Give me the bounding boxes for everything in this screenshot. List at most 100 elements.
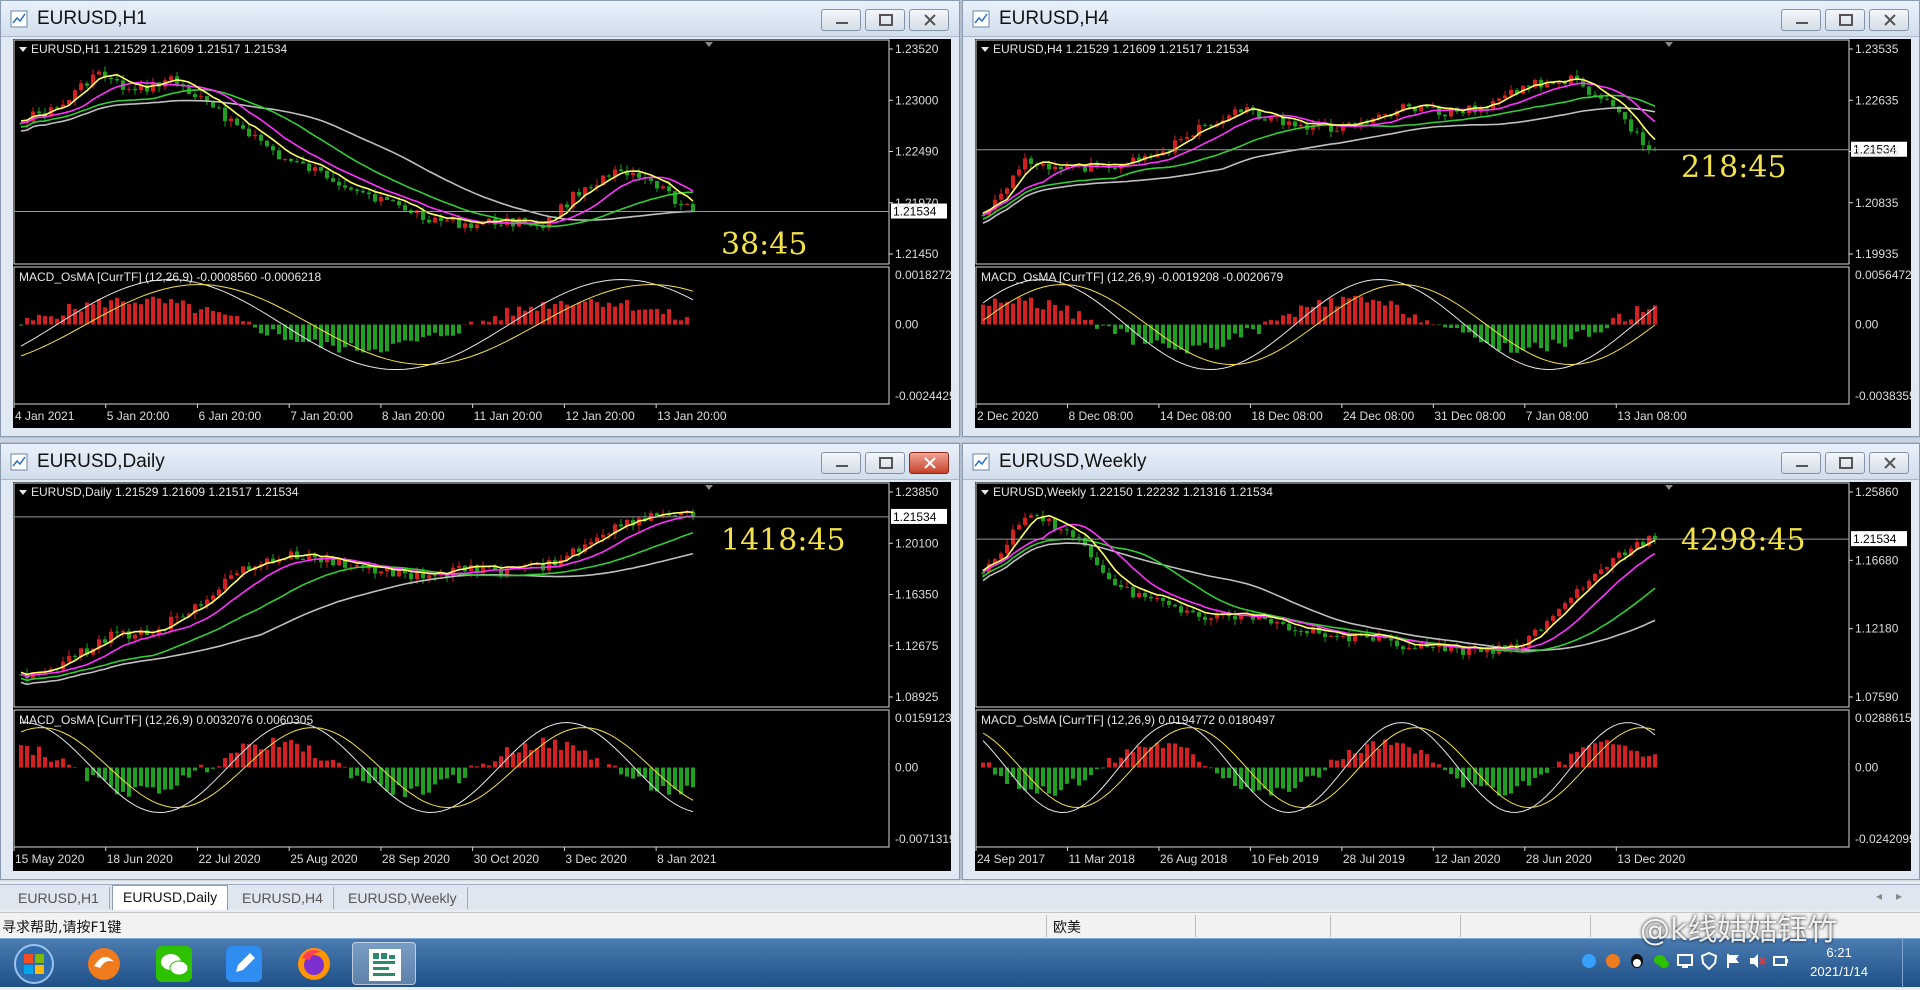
price-scale-label: 1.16680 xyxy=(1855,553,1899,567)
chart-menu-triangle-icon[interactable] xyxy=(19,47,27,52)
chart-canvas[interactable]: 1.215341.258601.166801.121801.07590EURUS… xyxy=(975,482,1911,871)
candle-body xyxy=(571,549,575,556)
chart-svg[interactable]: 1.215341.235201.230001.224901.219701.214… xyxy=(13,39,953,430)
chart-menu-triangle-icon[interactable] xyxy=(981,490,989,495)
chart-shift-triangle-icon[interactable] xyxy=(705,42,713,47)
chart-window-h1[interactable]: EURUSD,H1 1.215341.235201.230001.224901.… xyxy=(0,0,960,437)
chart-shift-triangle-icon[interactable] xyxy=(705,485,713,490)
chart-svg[interactable]: 1.215341.235351.226351.217351.208351.199… xyxy=(975,39,1913,430)
macd-histogram-bar xyxy=(589,299,593,325)
chart-svg[interactable]: 1.215341.258601.166801.121801.07590EURUS… xyxy=(975,482,1913,873)
candle-body xyxy=(1179,139,1183,140)
date-axis-label: 28 Jun 2020 xyxy=(1526,852,1592,866)
chart-window-h4[interactable]: EURUSD,H4 1.215341.235351.226351.217351.… xyxy=(962,0,1920,437)
macd-histogram-bar xyxy=(1065,768,1069,784)
show-desktop-button[interactable] xyxy=(1902,939,1916,988)
close-icon xyxy=(1882,456,1898,470)
chart-canvas[interactable]: 1.215341.235351.226351.217351.208351.199… xyxy=(975,39,1911,428)
close-button[interactable] xyxy=(909,9,949,31)
price-scale-label: 1.23850 xyxy=(895,485,939,499)
tab-eurusd-h1[interactable]: EURUSD,H1 xyxy=(8,887,110,909)
macd-histogram-bar xyxy=(1233,768,1237,786)
minimize-button[interactable] xyxy=(1781,452,1821,474)
chart-window-daily[interactable]: EURUSD,Daily 1.215341.238501.201001.1635… xyxy=(0,443,960,880)
macd-histogram-bar xyxy=(1503,768,1507,796)
maximize-button[interactable] xyxy=(1825,9,1865,31)
taskbar-firefox[interactable] xyxy=(282,942,346,985)
macd-histogram-bar xyxy=(427,325,431,336)
minimize-button[interactable] xyxy=(821,452,861,474)
chart-menu-triangle-icon[interactable] xyxy=(19,490,27,495)
tray-wechat-icon[interactable] xyxy=(1652,952,1670,970)
tray-swirl-icon[interactable] xyxy=(1604,952,1622,970)
macd-histogram-bar xyxy=(451,768,455,775)
macd-histogram-bar xyxy=(1449,768,1453,775)
chart-window-icon xyxy=(10,10,28,28)
tray-shield-icon[interactable] xyxy=(1700,952,1718,970)
tray-volume-muted-icon[interactable] xyxy=(1748,952,1766,970)
date-axis-label: 4 Jan 2021 xyxy=(15,409,75,423)
close-button[interactable] xyxy=(1869,9,1909,31)
tray-paint-icon[interactable] xyxy=(1580,952,1598,970)
candle-body xyxy=(1185,137,1189,139)
macd-histogram-bar xyxy=(1443,768,1447,771)
macd-histogram-bar xyxy=(1485,325,1489,344)
windows-start-orb-icon[interactable] xyxy=(6,942,62,986)
taskbar-swirl-app[interactable] xyxy=(72,942,136,985)
macd-histogram-bar xyxy=(1425,754,1429,767)
macd-histogram-bar xyxy=(607,764,611,767)
chart-window-titlebar[interactable]: EURUSD,Weekly xyxy=(963,444,1919,480)
ma-fast-line xyxy=(983,516,1655,649)
tray-battery-icon[interactable] xyxy=(1772,952,1790,970)
maximize-button[interactable] xyxy=(865,452,905,474)
macd-histogram-bar xyxy=(1641,757,1645,768)
candle-body xyxy=(1533,630,1537,636)
chart-window-titlebar[interactable]: EURUSD,H4 xyxy=(963,1,1919,37)
macd-histogram-bar xyxy=(1581,747,1585,767)
macd-histogram-bar xyxy=(337,763,341,768)
taskbar-wechat[interactable] xyxy=(142,942,206,985)
macd-histogram-bar xyxy=(1095,768,1099,770)
chart-menu-triangle-icon[interactable] xyxy=(981,47,989,52)
chart-window-titlebar[interactable]: EURUSD,Daily xyxy=(1,444,959,480)
tab-scroll-left-icon[interactable]: ◂ xyxy=(1876,889,1882,903)
tab-eurusd-daily[interactable]: EURUSD,Daily xyxy=(112,885,228,910)
candle-body xyxy=(1461,648,1465,655)
maximize-button[interactable] xyxy=(1825,452,1865,474)
tab-eurusd-h4[interactable]: EURUSD,H4 xyxy=(232,887,334,909)
maximize-button[interactable] xyxy=(865,9,905,31)
chart-shift-triangle-icon[interactable] xyxy=(1665,42,1673,47)
chart-canvas[interactable]: 1.215341.238501.201001.163501.126751.089… xyxy=(13,482,951,871)
taskbar-mt4-terminal[interactable] xyxy=(352,942,416,985)
macd-histogram-bar xyxy=(175,303,179,324)
candle-body xyxy=(1593,95,1597,96)
chart-window-weekly[interactable]: EURUSD,Weekly 1.215341.258601.166801.121… xyxy=(962,443,1920,880)
macd-histogram-bar xyxy=(103,768,107,781)
macd-histogram-bar xyxy=(37,746,41,767)
candle-body xyxy=(1161,598,1165,601)
minimize-button[interactable] xyxy=(1781,9,1821,31)
macd-histogram-bar xyxy=(1617,745,1621,768)
close-button[interactable] xyxy=(1869,452,1909,474)
taskbar-note-app[interactable] xyxy=(212,942,276,985)
chart-svg[interactable]: 1.215341.238501.201001.163501.126751.089… xyxy=(13,482,953,873)
minimize-button[interactable] xyxy=(821,9,861,31)
current-price-label: 1.21534 xyxy=(1853,532,1897,546)
macd-histogram-bar xyxy=(307,745,311,767)
macd-histogram-bar xyxy=(1089,768,1093,775)
tray-flag-icon[interactable] xyxy=(1724,952,1742,970)
tab-eurusd-weekly[interactable]: EURUSD,Weekly xyxy=(338,887,468,909)
chart-canvas[interactable]: 1.215341.235201.230001.224901.219701.214… xyxy=(13,39,951,428)
tray-qq-icon[interactable] xyxy=(1628,952,1646,970)
date-axis-label: 25 Aug 2020 xyxy=(290,852,358,866)
candle-body xyxy=(1005,188,1009,194)
macd-line xyxy=(983,723,1655,813)
price-scale-label: 1.20100 xyxy=(895,536,939,550)
tab-scroll-right-icon[interactable]: ▸ xyxy=(1896,889,1902,903)
date-axis-label: 13 Jan 08:00 xyxy=(1617,409,1687,423)
chart-shift-triangle-icon[interactable] xyxy=(1665,485,1673,490)
chart-window-titlebar[interactable]: EURUSD,H1 xyxy=(1,1,959,37)
macd-histogram-bar xyxy=(535,748,539,767)
tray-network-icon[interactable] xyxy=(1676,952,1694,970)
close-button[interactable] xyxy=(909,452,949,474)
